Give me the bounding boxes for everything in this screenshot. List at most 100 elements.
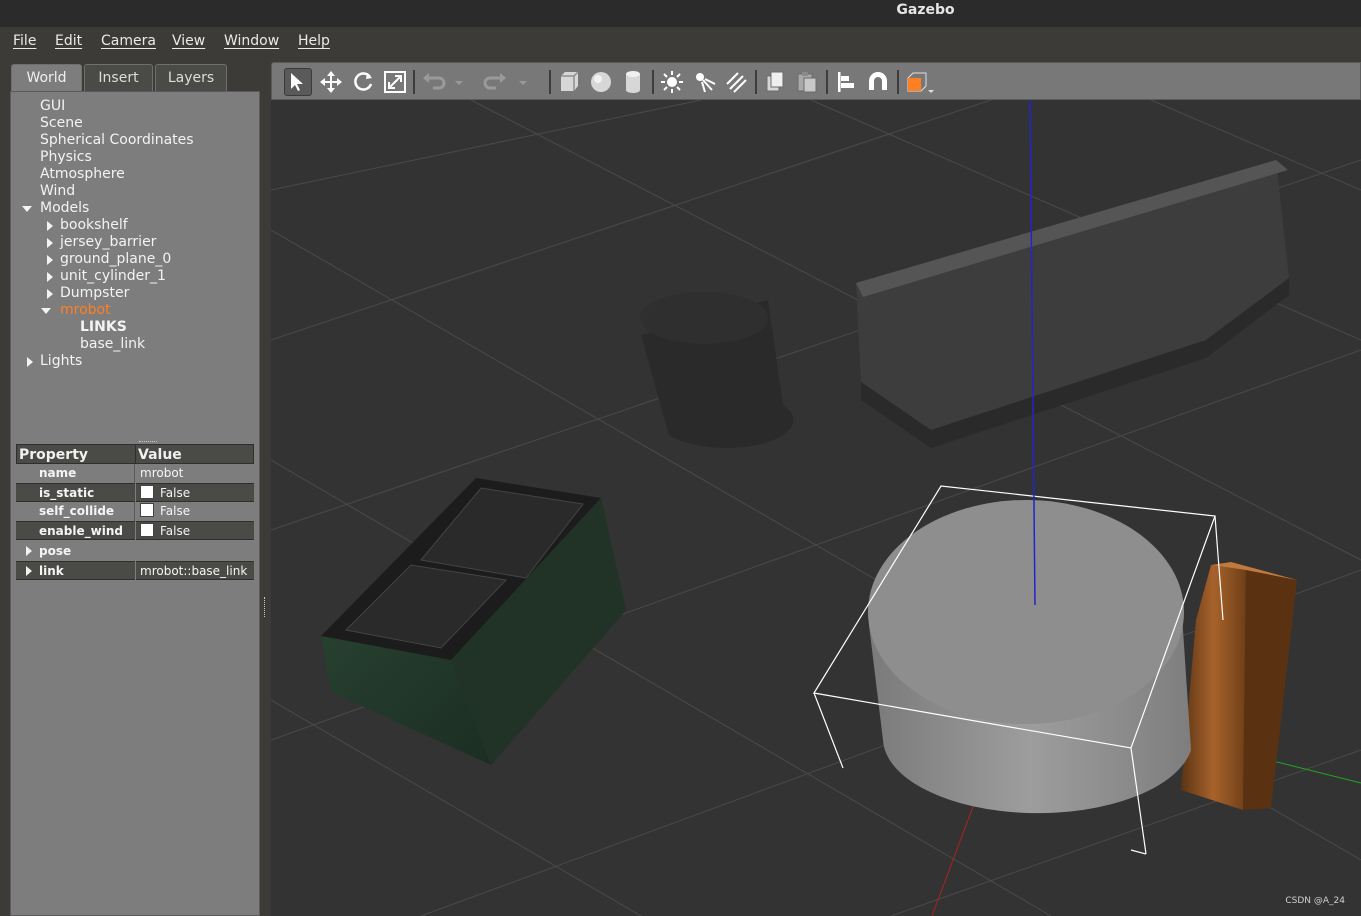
paste-button[interactable]: [793, 68, 821, 96]
expand-models-icon[interactable]: [22, 206, 32, 212]
scale-mode-button[interactable]: [381, 68, 409, 96]
self-collide-checkbox[interactable]: [140, 503, 154, 517]
insert-point-light-button[interactable]: [658, 68, 686, 96]
tab-world[interactable]: World: [11, 64, 82, 94]
redo-icon: [483, 73, 506, 90]
expand-unit-cylinder-icon[interactable]: [47, 272, 53, 282]
menu-window[interactable]: Window: [224, 33, 279, 49]
menu-edit[interactable]: Edit: [55, 33, 82, 49]
undo-icon: [423, 73, 446, 90]
tree-item-lights[interactable]: Lights: [40, 353, 82, 369]
window-title: Gazebo: [896, 2, 955, 18]
prop-link-label[interactable]: link: [16, 561, 135, 580]
copy-icon: [766, 71, 784, 92]
tree-item-mrobot[interactable]: mrobot: [60, 302, 111, 318]
prop-row-self-collide: self_collide False: [16, 502, 254, 521]
tree-item-atmosphere[interactable]: Atmosphere: [40, 166, 125, 182]
toolbar: [271, 62, 1361, 100]
value-header: Value: [135, 444, 254, 464]
undo-dropdown-button[interactable]: [452, 68, 466, 96]
copy-button[interactable]: [761, 68, 789, 96]
is-static-text: False: [160, 486, 191, 500]
prop-self-collide-value: False: [136, 502, 254, 521]
prop-name-label: name: [16, 464, 135, 483]
tree-item-wind[interactable]: Wind: [40, 183, 75, 199]
insert-sphere-button[interactable]: [587, 68, 615, 96]
select-mode-button[interactable]: [284, 68, 312, 96]
self-collide-text: False: [160, 504, 191, 518]
select-icon: [291, 73, 303, 91]
tree-item-gui[interactable]: GUI: [40, 98, 65, 114]
prop-row-pose[interactable]: pose: [16, 542, 254, 561]
insert-directional-light-button[interactable]: [722, 68, 750, 96]
property-header: Property: [16, 444, 136, 464]
menu-help[interactable]: Help: [298, 33, 330, 49]
bookshelf-model[interactable]: [1181, 562, 1297, 810]
tree-item-scene[interactable]: Scene: [40, 115, 83, 131]
align-icon: [838, 72, 854, 92]
view-angle-button[interactable]: [903, 68, 934, 96]
tree-item-physics[interactable]: Physics: [40, 149, 92, 165]
toolbar-separator: [897, 70, 899, 94]
3d-viewport[interactable]: CSDN @A_24: [271, 100, 1361, 916]
translate-mode-button[interactable]: [317, 68, 345, 96]
tree-item-ground-plane[interactable]: ground_plane_0: [60, 251, 171, 267]
insert-spot-light-button[interactable]: [690, 68, 718, 96]
expand-lights-icon[interactable]: [27, 357, 33, 367]
undo-dropdown-icon: [455, 81, 463, 85]
toolbar-separator: [826, 70, 828, 94]
expand-jersey-barrier-icon[interactable]: [47, 238, 53, 248]
prop-link-value: mrobot::base_link: [136, 561, 254, 580]
tree-item-bookshelf[interactable]: bookshelf: [60, 217, 128, 233]
title-bar: Gazebo: [0, 0, 1361, 27]
prop-row-name: name mrobot: [16, 464, 254, 483]
enable-wind-text: False: [160, 524, 191, 538]
tree-item-dumpster[interactable]: Dumpster: [60, 285, 129, 301]
prop-row-is-static: is_static False: [16, 483, 254, 502]
left-panel: World Insert Layers GUI Scene Spherical …: [0, 57, 271, 916]
is-static-checkbox[interactable]: [140, 485, 154, 499]
prop-enable-wind-label: enable_wind: [16, 521, 135, 540]
prop-is-static-value: False: [136, 483, 254, 502]
prop-row-link[interactable]: link mrobot::base_link: [16, 561, 254, 580]
expand-mrobot-icon[interactable]: [41, 308, 51, 314]
watermark: CSDN @A_24: [1285, 896, 1345, 906]
expand-bookshelf-icon[interactable]: [47, 221, 53, 231]
undo-button[interactable]: [419, 68, 447, 96]
tree-item-spherical-coordinates[interactable]: Spherical Coordinates: [40, 132, 194, 148]
redo-button[interactable]: [482, 68, 510, 96]
prop-self-collide-label: self_collide: [16, 502, 135, 521]
tree-item-unit-cylinder[interactable]: unit_cylinder_1: [60, 268, 166, 284]
dumpster-model[interactable]: [321, 478, 626, 765]
tab-layers[interactable]: Layers: [155, 64, 227, 91]
expand-ground-plane-icon[interactable]: [47, 255, 53, 265]
expand-dumpster-icon[interactable]: [47, 289, 53, 299]
align-button[interactable]: [832, 68, 860, 96]
point-light-icon: [661, 71, 683, 93]
prop-pose-label[interactable]: pose: [16, 542, 135, 561]
snap-button[interactable]: [864, 68, 892, 96]
menu-file[interactable]: File: [13, 33, 36, 49]
expand-link-icon[interactable]: [26, 566, 32, 576]
scene-canvas[interactable]: [271, 100, 1361, 916]
enable-wind-checkbox[interactable]: [140, 523, 154, 537]
box-icon: [561, 71, 579, 91]
menu-view[interactable]: View: [172, 33, 205, 49]
tree-item-base-link[interactable]: base_link: [80, 336, 145, 352]
tab-insert[interactable]: Insert: [84, 64, 153, 91]
view-angle-icon: [907, 72, 934, 93]
prop-row-enable-wind: enable_wind False: [16, 521, 254, 540]
panel-resize-handle[interactable]: [264, 597, 268, 617]
tree-item-jersey-barrier[interactable]: jersey_barrier: [60, 234, 156, 250]
jersey-barrier-model[interactable]: [856, 160, 1289, 448]
tree-item-models[interactable]: Models: [40, 200, 89, 216]
rotate-mode-button[interactable]: [349, 68, 377, 96]
redo-dropdown-button[interactable]: [516, 68, 530, 96]
prop-name-value[interactable]: mrobot: [136, 464, 254, 483]
menu-camera[interactable]: Camera: [101, 33, 156, 49]
mrobot-model[interactable]: [868, 500, 1191, 814]
insert-box-button[interactable]: [555, 68, 583, 96]
unit-cylinder-model[interactable]: [640, 292, 794, 448]
insert-cylinder-button[interactable]: [619, 68, 647, 96]
prop-is-static-label: is_static: [16, 483, 135, 502]
